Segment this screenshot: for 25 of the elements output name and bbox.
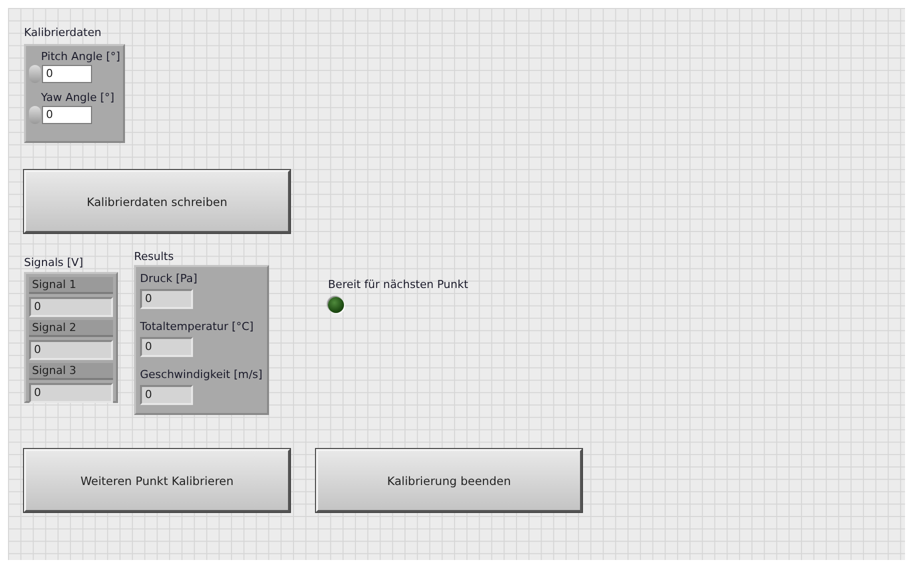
indicator-label: Druck [Pa]: [140, 272, 198, 285]
indicator-label: Totaltemperatur [°C]: [140, 320, 255, 333]
indicator-label: Signal 1: [29, 277, 113, 294]
spinner-icon[interactable]: [29, 65, 41, 83]
numeric-field[interactable]: 0: [42, 106, 92, 124]
led-label: Bereit für nächsten Punkt: [328, 278, 468, 291]
cluster-label: Results: [134, 250, 174, 263]
spinner-icon[interactable]: [29, 106, 41, 124]
control-label: Pitch Angle [°]: [41, 50, 120, 63]
numeric-indicator: 0: [29, 340, 113, 360]
action-button[interactable]: Kalibrierung beenden: [316, 449, 582, 512]
numeric-indicator: 0: [29, 383, 113, 403]
action-button[interactable]: Weiteren Punkt Kalibrieren: [24, 449, 290, 512]
numeric-indicator: 0: [140, 385, 193, 405]
numeric-indicator: 0: [140, 337, 193, 357]
numeric-indicator: 0: [29, 297, 113, 317]
indicator-label: Signal 2: [29, 320, 113, 337]
numeric-indicator: 0: [140, 289, 193, 309]
cluster-label: Kalibrierdaten: [24, 26, 102, 39]
indicator-label: Signal 3: [29, 363, 113, 380]
action-button[interactable]: Kalibrierdaten schreiben: [24, 170, 290, 233]
control-label: Yaw Angle [°]: [41, 91, 116, 104]
cluster-label: Signals [V]: [24, 256, 84, 269]
numeric-field[interactable]: 0: [42, 65, 92, 83]
indicator-label: Geschwindigkeit [m/s]: [140, 368, 263, 381]
